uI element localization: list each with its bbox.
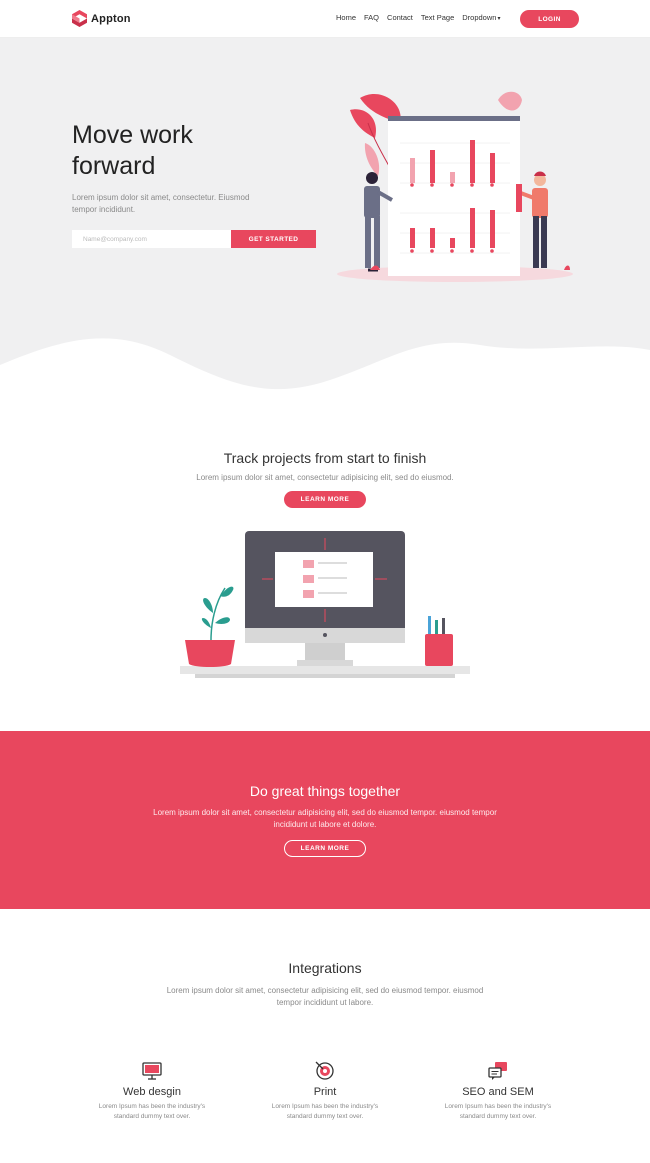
- feature-print: Print Lorem Ipsum has been the industry'…: [245, 1060, 405, 1121]
- hero-subtitle: Lorem ipsum dolor sit amet, consectetur.…: [72, 193, 250, 214]
- together-learn-more-button[interactable]: LEARN MORE: [284, 840, 366, 857]
- target-icon: [315, 1061, 334, 1080]
- logo-icon: [72, 10, 87, 27]
- feature-name: SEO and SEM: [462, 1086, 534, 1098]
- monitor-icon: [142, 1062, 162, 1080]
- caret-down-icon: ▾: [497, 16, 501, 22]
- nav-item-contact[interactable]: Contact: [387, 13, 413, 22]
- feature-seo-sem: SEO and SEM Lorem Ipsum has been the ind…: [418, 1060, 578, 1121]
- feature-name: Web desgin: [123, 1086, 181, 1098]
- nav-item-home[interactable]: Home: [336, 13, 356, 22]
- feature-desc: Lorem Ipsum has been the industry's stan…: [98, 1103, 206, 1120]
- together-band: Do great things together Lorem ipsum dol…: [0, 731, 650, 909]
- main-menu: Home FAQ Contact Text Page Dropdown▾: [336, 13, 500, 22]
- feature-name: Print: [313, 1086, 337, 1098]
- signup-form: GET STARTED: [72, 230, 316, 248]
- feature-desc: Lorem Ipsum has been the industry's stan…: [271, 1103, 379, 1120]
- brand-name: Appton: [91, 12, 131, 25]
- integrations-title: Integrations: [288, 960, 362, 976]
- together-text: Lorem ipsum dolor sit amet, consectetur …: [153, 808, 497, 829]
- hero-illustration: [337, 91, 573, 282]
- track-text: Lorem ipsum dolor sit amet, consectetur …: [196, 473, 454, 482]
- login-button[interactable]: LOGIN: [520, 10, 579, 28]
- together-title: Do great things together: [249, 783, 401, 799]
- chat-bubbles-icon: [488, 1062, 507, 1080]
- track-learn-more-button[interactable]: LEARN MORE: [284, 491, 366, 508]
- desk-illustration: [180, 531, 470, 678]
- nav-item-faq[interactable]: FAQ: [364, 13, 379, 22]
- nav-item-text-page[interactable]: Text Page: [421, 13, 454, 22]
- feature-desc: Lorem Ipsum has been the industry's stan…: [444, 1103, 552, 1120]
- hero-wave-divider: [0, 338, 650, 410]
- brand[interactable]: Appton: [72, 10, 131, 27]
- integrations-text: Lorem ipsum dolor sit amet, consectetur …: [166, 986, 484, 1007]
- get-started-button[interactable]: GET STARTED: [231, 230, 316, 248]
- navbar: Appton Home FAQ Contact Text Page Dropdo…: [0, 0, 650, 38]
- hero-title: Move work forward: [72, 121, 193, 180]
- dropdown-label: Dropdown: [462, 13, 497, 22]
- email-input[interactable]: [72, 230, 231, 248]
- track-title: Track projects from start to finish: [223, 450, 427, 466]
- feature-web-design: Web desgin Lorem Ipsum has been the indu…: [72, 1060, 232, 1121]
- nav-item-dropdown[interactable]: Dropdown▾: [462, 13, 500, 22]
